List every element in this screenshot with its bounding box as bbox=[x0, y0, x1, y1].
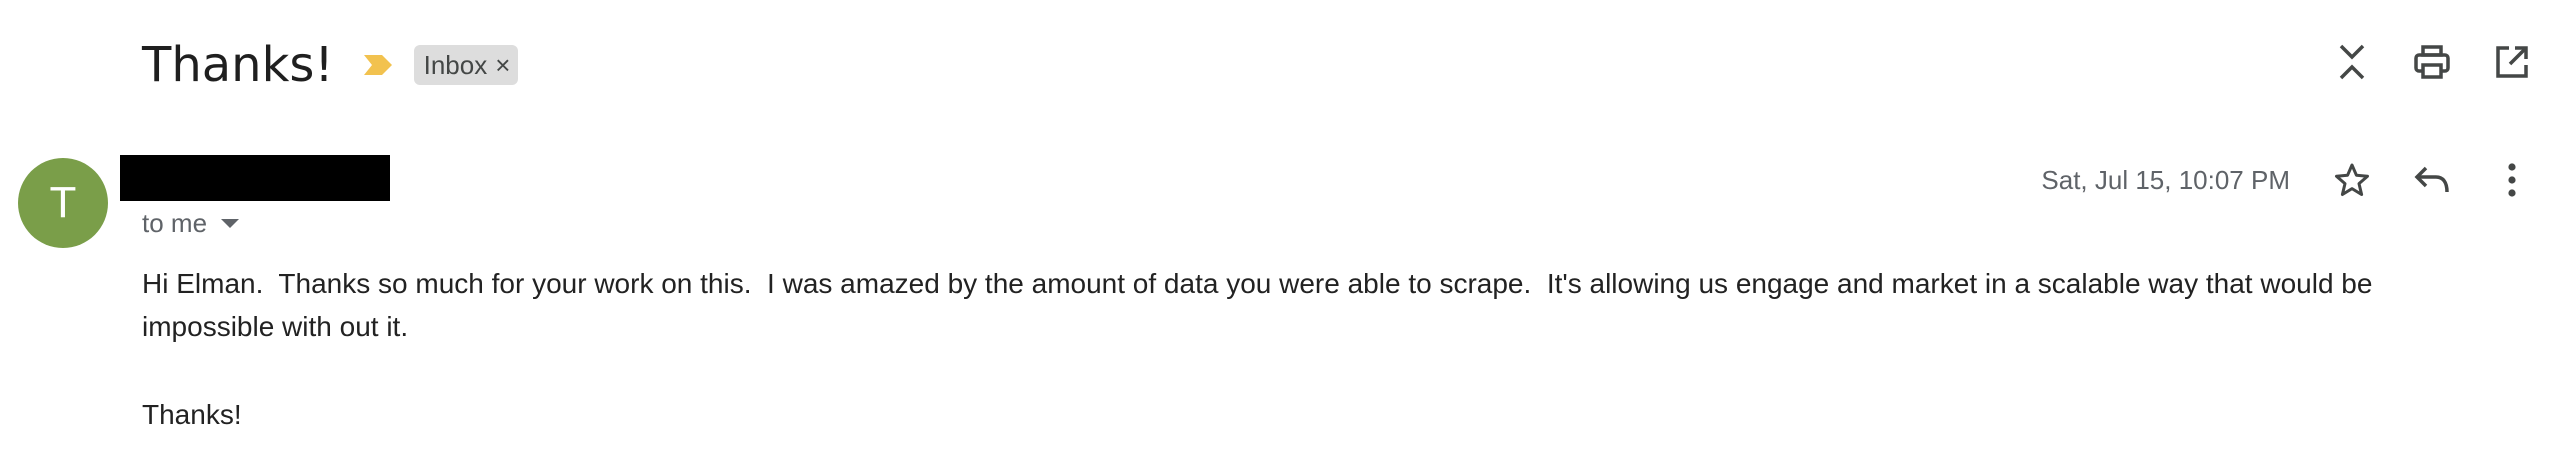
thread-actions bbox=[2292, 42, 2532, 82]
label-chip-text: Inbox bbox=[423, 49, 488, 80]
importance-marker-icon[interactable] bbox=[363, 55, 392, 75]
reply-icon[interactable] bbox=[2412, 160, 2452, 200]
sender-name-redacted bbox=[120, 155, 390, 201]
collapse-all-icon[interactable] bbox=[2332, 42, 2372, 82]
message-date: Sat, Jul 15, 10:07 PM bbox=[2041, 164, 2290, 195]
chevron-down-icon[interactable] bbox=[221, 219, 240, 228]
print-icon[interactable] bbox=[2412, 42, 2452, 82]
recipient-text: to me bbox=[142, 208, 208, 238]
more-vertical-icon[interactable] bbox=[2492, 160, 2532, 200]
message-signoff: Thanks! bbox=[142, 399, 242, 430]
recipient-line[interactable]: to me bbox=[142, 208, 240, 239]
message-meta: Sat, Jul 15, 10:07 PM bbox=[2041, 158, 2532, 202]
email-subject: Thanks! bbox=[142, 37, 334, 93]
label-chip-inbox: Inbox × bbox=[413, 45, 519, 85]
star-icon[interactable] bbox=[2332, 160, 2372, 200]
message-body: Hi Elman. Thanks so much for your work o… bbox=[142, 268, 2381, 342]
sender-avatar[interactable]: T bbox=[18, 158, 108, 248]
remove-label-button[interactable]: × bbox=[495, 52, 510, 78]
subject-row: Thanks! Inbox × bbox=[142, 30, 519, 100]
open-in-new-window-icon[interactable] bbox=[2492, 42, 2532, 82]
